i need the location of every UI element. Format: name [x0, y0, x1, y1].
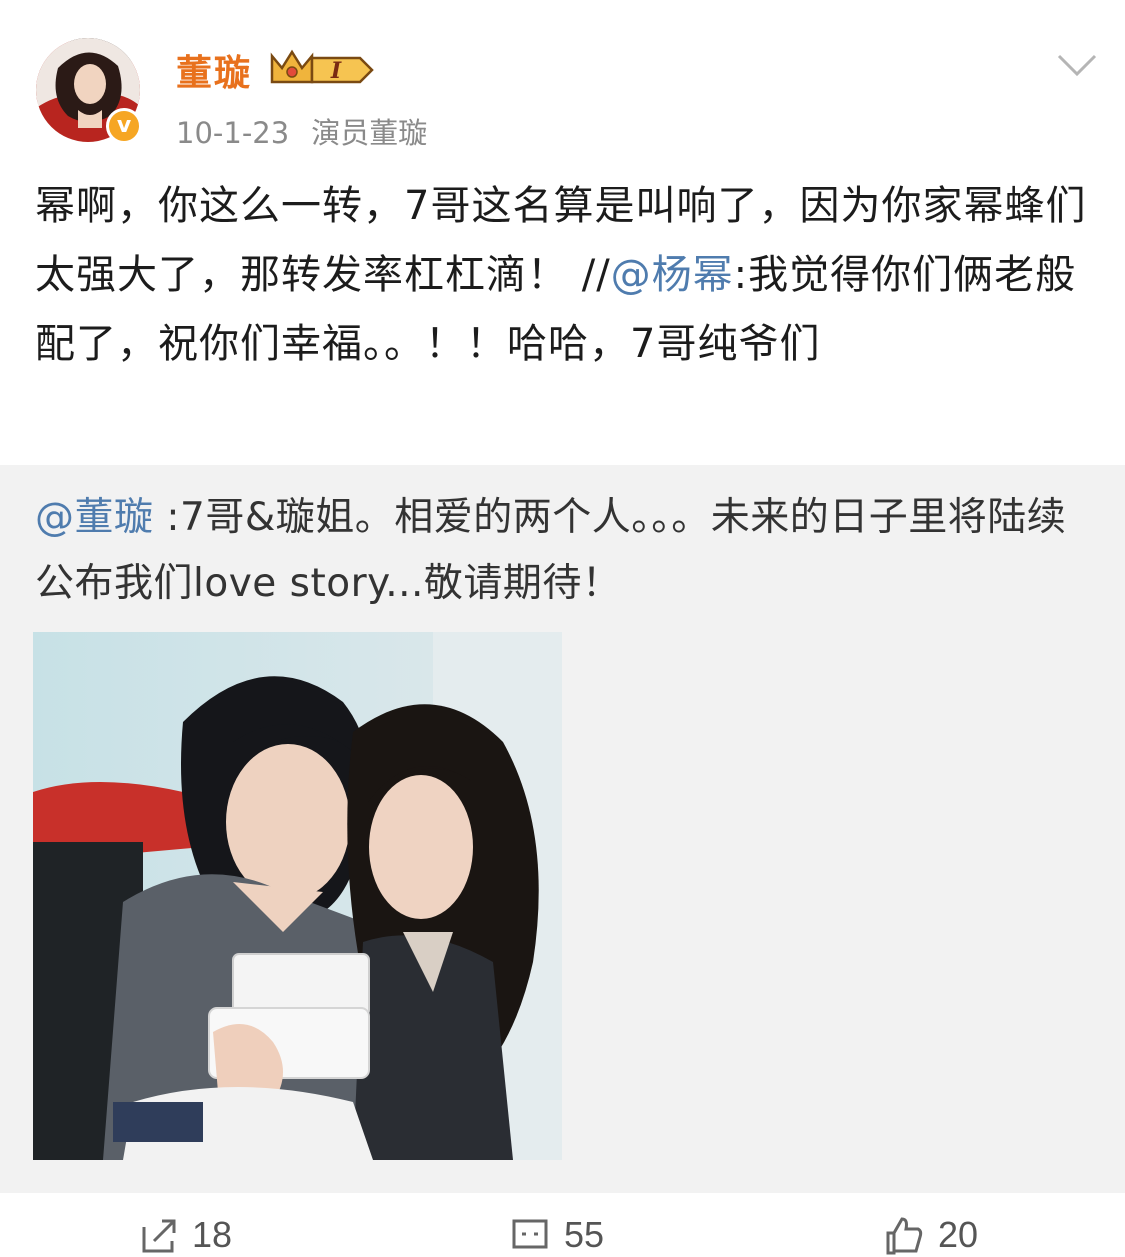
like-button[interactable]: 20: [884, 1213, 978, 1257]
level-label: I: [330, 58, 342, 84]
reposted-content[interactable]: @董璇 :7哥&璇姐。相爱的两个人。。。未来的日子里将陆续公布我们love st…: [0, 465, 1125, 1193]
share-icon: [142, 1219, 176, 1253]
repost-text: :7哥&璇姐。相爱的两个人。。。未来的日子里将陆续公布我们love story.…: [35, 495, 1067, 606]
post-photo[interactable]: [33, 632, 562, 1160]
member-crown-icon[interactable]: I: [268, 46, 376, 88]
repost-body: @董璇 :7哥&璇姐。相爱的两个人。。。未来的日子里将陆续公布我们love st…: [35, 485, 1095, 617]
post-source: 演员董璇: [311, 116, 428, 150]
comment-icon: [512, 1219, 548, 1249]
comment-button[interactable]: 55: [510, 1213, 604, 1257]
verified-icon: v: [106, 108, 142, 144]
mention-link[interactable]: @杨幂: [611, 252, 734, 298]
share-button[interactable]: 18: [138, 1213, 232, 1257]
post-header: v 董璇 I 10-1-23 演员董璇: [0, 0, 1125, 165]
like-count: 20: [938, 1214, 979, 1255]
action-bar: 18 55 20: [0, 1193, 1125, 1257]
post-meta: 10-1-23 演员董璇: [176, 110, 427, 152]
author-name[interactable]: 董璇: [176, 44, 252, 96]
chevron-down-icon[interactable]: [1056, 52, 1098, 78]
timestamp: 10-1-23: [176, 116, 290, 150]
comment-count: 55: [564, 1214, 605, 1255]
thumbs-up-icon: [886, 1217, 923, 1255]
share-count: 18: [192, 1214, 233, 1255]
repost-mention-link[interactable]: @董璇: [35, 495, 154, 540]
post-body: 幂啊，你这么一转，7哥这名算是叫响了，因为你家幂蜂们太强大了，那转发率杠杠滴！ …: [35, 172, 1095, 379]
